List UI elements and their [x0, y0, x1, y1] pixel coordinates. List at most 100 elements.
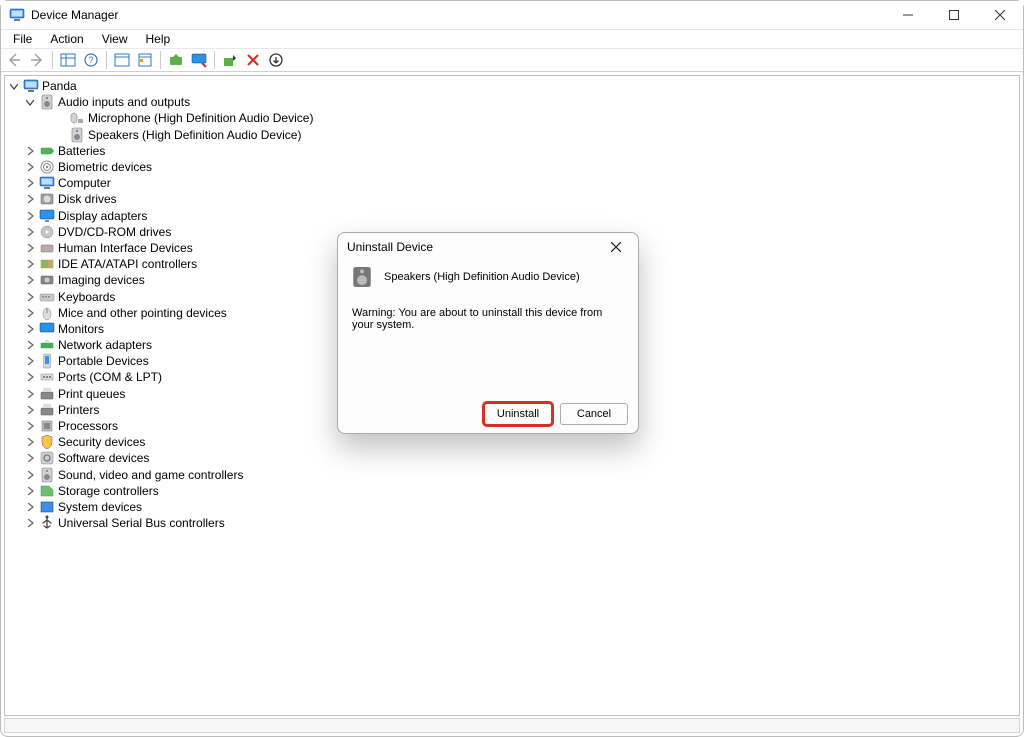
category-label: Ports (COM & LPT) [58, 370, 170, 384]
chevron-right-icon[interactable] [23, 419, 37, 433]
chevron-down-icon[interactable] [23, 95, 37, 109]
tree-category-software[interactable]: Software devices [5, 450, 1019, 466]
chevron-right-icon[interactable] [23, 322, 37, 336]
chevron-right-icon[interactable] [23, 451, 37, 465]
chevron-right-icon[interactable] [23, 160, 37, 174]
ide-icon [39, 256, 55, 272]
speaker-icon [69, 127, 85, 143]
batteries-icon [39, 143, 55, 159]
chevron-right-icon[interactable] [23, 273, 37, 287]
close-button[interactable] [977, 1, 1023, 29]
keyboards-icon [39, 289, 55, 305]
properties-button[interactable] [134, 49, 156, 71]
speaker-icon [352, 267, 372, 287]
back-button[interactable] [3, 49, 25, 71]
category-label: Monitors [58, 322, 112, 336]
chevron-down-icon[interactable] [7, 79, 21, 93]
tree-category-display[interactable]: Display adapters [5, 208, 1019, 224]
category-label: Processors [58, 419, 126, 433]
category-label: Disk drives [58, 192, 125, 206]
tree-device-microphone[interactable]: Microphone (High Definition Audio Device… [5, 110, 1019, 126]
dialog-close-button[interactable] [603, 237, 629, 257]
ports-icon [39, 369, 55, 385]
chevron-right-icon[interactable] [23, 370, 37, 384]
menu-view[interactable]: View [94, 31, 136, 47]
disk-icon [39, 191, 55, 207]
tree-device-speakers[interactable]: Speakers (High Definition Audio Device) [5, 127, 1019, 143]
tree-category-batteries[interactable]: Batteries [5, 143, 1019, 159]
show-hide-tree-button[interactable] [57, 49, 79, 71]
maximize-button[interactable] [931, 1, 977, 29]
titlebar: Device Manager [1, 1, 1023, 30]
app-icon [9, 7, 25, 23]
forward-button[interactable] [26, 49, 48, 71]
printers-icon [39, 402, 55, 418]
tree-category-storage[interactable]: Storage controllers [5, 483, 1019, 499]
category-label: Keyboards [58, 290, 123, 304]
chevron-right-icon[interactable] [23, 516, 37, 530]
category-label: Printers [58, 403, 107, 417]
chevron-right-icon[interactable] [23, 306, 37, 320]
tree-category-computer[interactable]: Computer [5, 175, 1019, 191]
category-label: System devices [58, 500, 150, 514]
chevron-right-icon[interactable] [23, 403, 37, 417]
chevron-right-icon[interactable] [23, 468, 37, 482]
category-label: Imaging devices [58, 273, 153, 287]
processors-icon [39, 418, 55, 434]
category-label: Print queues [58, 387, 133, 401]
help-button[interactable]: ? [80, 49, 102, 71]
chevron-right-icon[interactable] [23, 241, 37, 255]
svg-text:?: ? [88, 55, 93, 65]
disable-device-button[interactable] [188, 49, 210, 71]
chevron-right-icon[interactable] [23, 209, 37, 223]
uninstall-button[interactable]: Uninstall [484, 403, 552, 425]
chevron-right-icon[interactable] [23, 354, 37, 368]
tree-root[interactable]: Panda [5, 78, 1019, 94]
tree-category-security[interactable]: Security devices [5, 434, 1019, 450]
uninstall-device-button[interactable] [219, 49, 241, 71]
biometric-icon [39, 159, 55, 175]
dvd-icon [39, 224, 55, 240]
update-driver-button[interactable] [165, 49, 187, 71]
tree-category-biometric[interactable]: Biometric devices [5, 159, 1019, 175]
chevron-right-icon[interactable] [23, 435, 37, 449]
chevron-right-icon[interactable] [23, 144, 37, 158]
category-label: Security devices [58, 435, 153, 449]
chevron-right-icon[interactable] [23, 290, 37, 304]
scan-hardware-button[interactable] [242, 49, 264, 71]
tree-category-disk[interactable]: Disk drives [5, 191, 1019, 207]
chevron-right-icon[interactable] [23, 387, 37, 401]
chevron-right-icon[interactable] [23, 225, 37, 239]
category-label: Network adapters [58, 338, 160, 352]
chevron-right-icon[interactable] [23, 176, 37, 190]
tree-category-system[interactable]: System devices [5, 499, 1019, 515]
category-label: Computer [58, 176, 119, 190]
chevron-right-icon[interactable] [23, 338, 37, 352]
dialog-warning-text: Warning: You are about to uninstall this… [352, 307, 624, 331]
action-button[interactable] [111, 49, 133, 71]
add-legacy-button[interactable] [265, 49, 287, 71]
tree-category-usb[interactable]: Universal Serial Bus controllers [5, 515, 1019, 531]
dialog-device-name: Speakers (High Definition Audio Device) [384, 271, 580, 283]
chevron-right-icon[interactable] [23, 257, 37, 271]
cancel-button[interactable]: Cancel [560, 403, 628, 425]
computer-icon [39, 175, 55, 191]
menu-help[interactable]: Help [138, 31, 179, 47]
category-label: DVD/CD-ROM drives [58, 225, 179, 239]
chevron-right-icon[interactable] [23, 192, 37, 206]
dialog-titlebar: Uninstall Device [338, 233, 638, 261]
minimize-button[interactable] [885, 1, 931, 29]
chevron-right-icon[interactable] [23, 484, 37, 498]
dialog-title: Uninstall Device [347, 240, 433, 254]
menu-action[interactable]: Action [42, 31, 91, 47]
category-label: Sound, video and game controllers [58, 468, 251, 482]
menu-file[interactable]: File [5, 31, 40, 47]
chevron-right-icon[interactable] [23, 500, 37, 514]
printq-icon [39, 386, 55, 402]
tree-category-audio[interactable]: Audio inputs and outputs [5, 94, 1019, 110]
category-label: Storage controllers [58, 484, 167, 498]
category-label: Audio inputs and outputs [58, 95, 198, 109]
mice-icon [39, 305, 55, 321]
statusbar [4, 718, 1020, 733]
tree-category-sound[interactable]: Sound, video and game controllers [5, 467, 1019, 483]
